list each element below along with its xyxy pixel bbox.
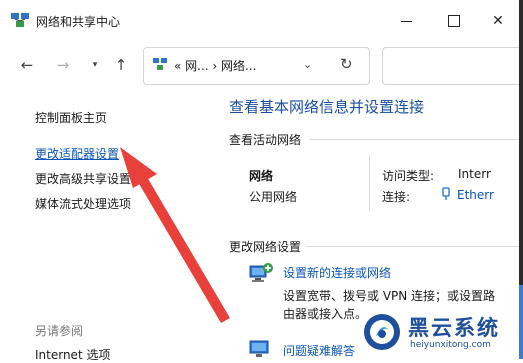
arrow-left-icon: ← (20, 56, 34, 74)
close-button[interactable]: ✕ (483, 8, 513, 34)
setup-new-connection-link[interactable]: 设置新的连接或网络 (283, 264, 391, 281)
chevron-down-icon: ⌄ (303, 58, 313, 71)
back-button[interactable]: ← (16, 54, 38, 76)
network-center-icon (11, 13, 29, 27)
network-type: 公用网络 (249, 190, 298, 204)
network-center-icon (153, 58, 167, 70)
active-networks-label: 查看活动网络 (229, 133, 302, 147)
recent-locations-button[interactable]: ▾ (84, 54, 106, 76)
vertical-divider (369, 155, 370, 211)
window-title: 网络和共享中心 (36, 15, 121, 29)
up-button[interactable]: ↑ (110, 54, 132, 76)
media-streaming-options-link[interactable]: 媒体流式处理选项 (35, 195, 131, 212)
address-dropdown-button[interactable]: ⌄ (303, 58, 312, 71)
page-title: 查看基本网络信息并设置连接 (229, 98, 425, 116)
section-divider (306, 246, 523, 247)
watermark-brand: 黑云系统 (408, 316, 500, 340)
connections-label: 连接: (382, 190, 411, 204)
forward-button[interactable]: → (52, 54, 74, 76)
maximize-button[interactable] (439, 8, 469, 34)
connection-link[interactable]: Etherr (457, 188, 494, 202)
ethernet-icon (442, 187, 450, 200)
arrow-right-icon: → (56, 56, 70, 74)
internet-options-link[interactable]: Internet 选项 (35, 346, 110, 363)
watermark-url: heiyunxitong.com (410, 340, 491, 350)
search-input[interactable] (382, 47, 523, 85)
refresh-button[interactable]: ↻ (340, 55, 353, 73)
desktop-edge-accent (519, 285, 523, 359)
minimize-button[interactable] (391, 8, 421, 34)
troubleshoot-icon (249, 340, 269, 357)
new-connection-icon (249, 263, 273, 282)
minimize-icon (400, 20, 412, 22)
access-type-label: 访问类型: (382, 169, 435, 183)
section-divider (310, 139, 523, 140)
watermark-logo (364, 314, 400, 350)
arrow-up-icon: ↑ (114, 56, 128, 74)
refresh-icon: ↻ (340, 55, 353, 73)
change-adapter-settings-link[interactable]: 更改适配器设置 (35, 145, 119, 162)
maximize-icon (448, 15, 460, 27)
troubleshoot-link[interactable]: 问题疑难解答 (283, 342, 355, 359)
change-advanced-sharing-link[interactable]: 更改高级共享设置 (35, 170, 131, 187)
network-name: 网络 (249, 169, 274, 183)
change-settings-label: 更改网络设置 (229, 240, 302, 254)
chevron-down-icon: ▾ (92, 60, 98, 70)
address-path[interactable]: « 网... › 网络... (174, 57, 256, 74)
access-type-value: Interr (458, 167, 491, 181)
see-also-label: 另请参阅 (35, 324, 84, 338)
control-panel-home-link[interactable]: 控制面板主页 (35, 109, 107, 126)
